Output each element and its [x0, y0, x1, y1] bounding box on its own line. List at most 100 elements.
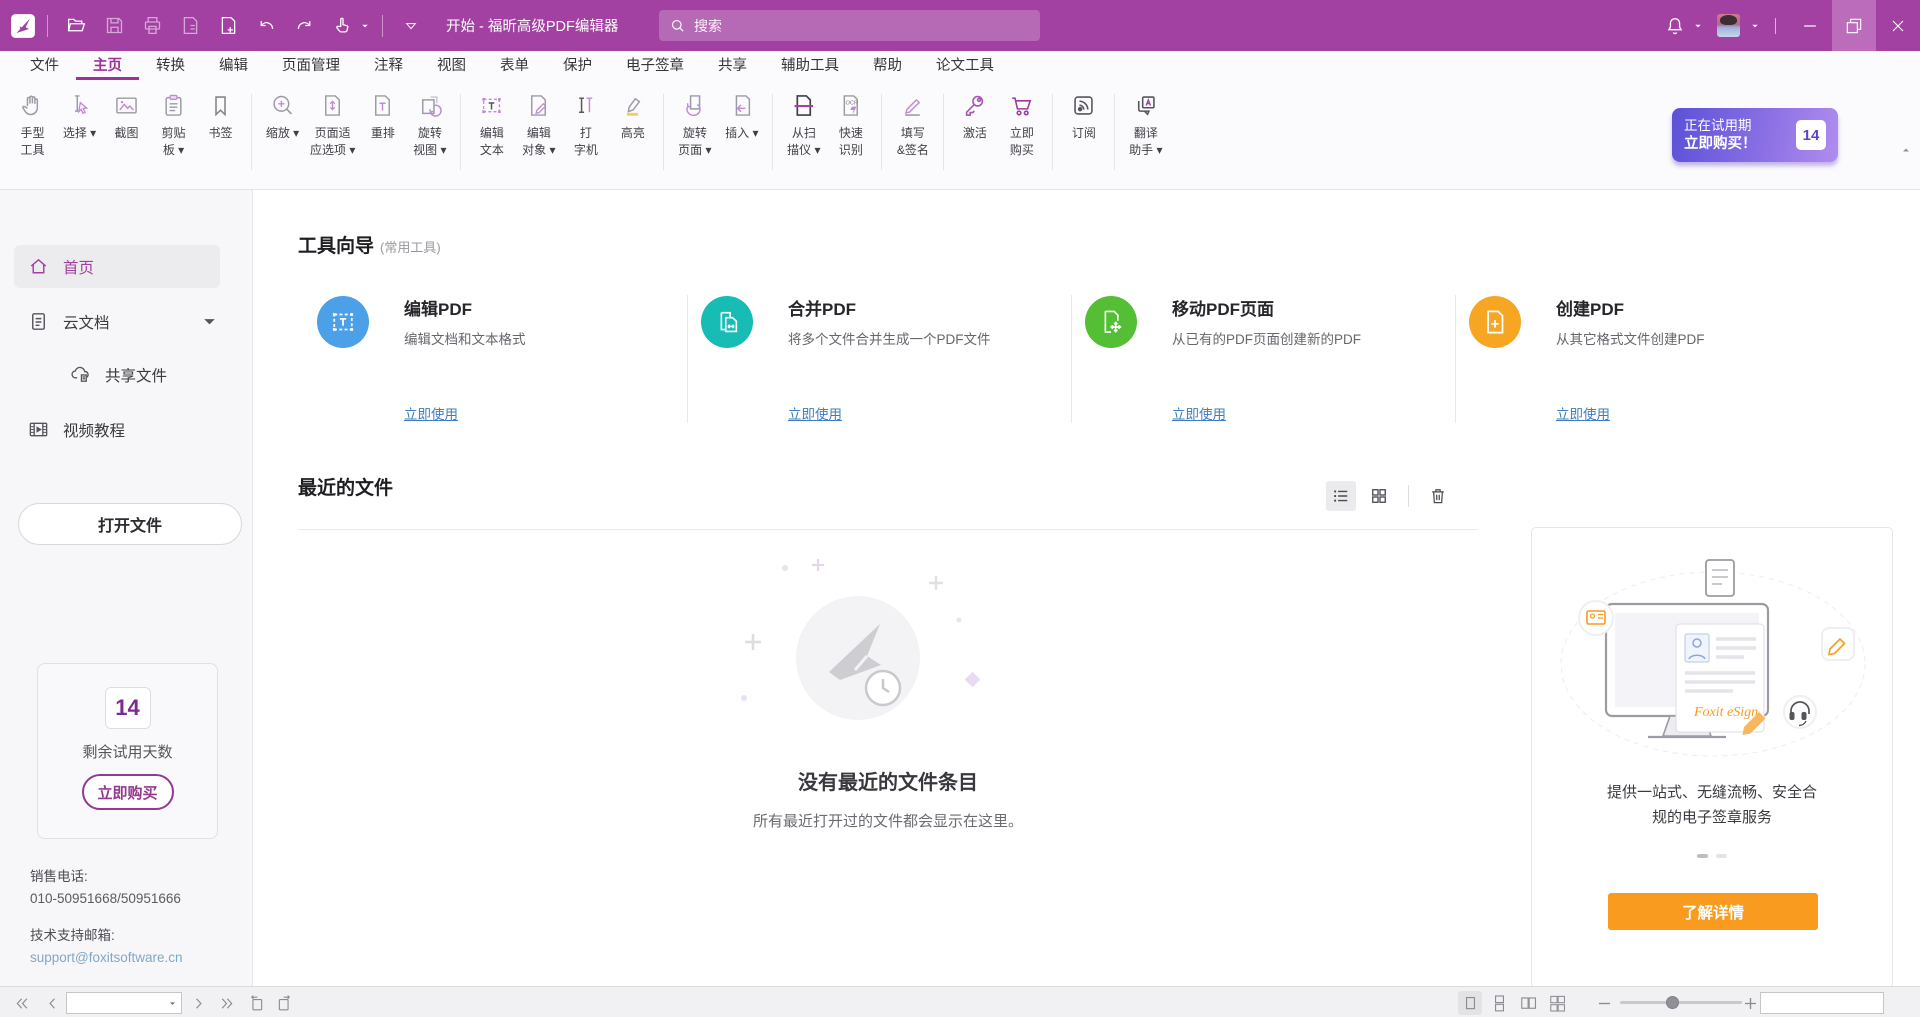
tab-edit[interactable]: 编辑	[202, 51, 265, 80]
single-page-view-button[interactable]	[1458, 991, 1482, 1015]
continuous-view-button[interactable]	[1487, 991, 1511, 1015]
select-button[interactable]: 选择 ▾	[56, 92, 103, 142]
rotate-pages-button[interactable]: 旋转 页面 ▾	[671, 92, 718, 159]
titlebar-separator	[1775, 18, 1776, 34]
use-now-link[interactable]: 立即使用	[1556, 403, 1610, 423]
nav-shared-files[interactable]: 共享文件	[14, 353, 220, 396]
fit-page-options-button[interactable]: 页面适 应选项 ▾	[306, 92, 359, 159]
tab-help[interactable]: 帮助	[856, 51, 919, 80]
edit-object-button[interactable]: 编辑 对象 ▾	[515, 92, 562, 159]
page-number-box[interactable]	[66, 992, 182, 1014]
menu-item-label: 电子签章	[626, 54, 684, 75]
tab-form[interactable]: 表单	[483, 51, 546, 80]
zoom-slider-track[interactable]	[1620, 1001, 1742, 1004]
learn-more-button[interactable]: 了解详情	[1608, 893, 1818, 930]
activate-button[interactable]: 激活	[951, 92, 998, 142]
zoom-level-input[interactable]	[1761, 993, 1883, 1013]
tab-home[interactable]: 主页	[76, 51, 139, 80]
tab-convert[interactable]: 转换	[139, 51, 202, 80]
reflow-button[interactable]: 重排	[359, 92, 406, 142]
tab-comment[interactable]: 注释	[357, 51, 420, 80]
use-now-link[interactable]: 立即使用	[404, 403, 458, 423]
buy-now-button[interactable]: 立即购买	[82, 774, 174, 810]
next-page-button[interactable]	[186, 991, 210, 1015]
typewriter-button[interactable]: 打 字机	[562, 92, 609, 159]
clipboard-button[interactable]: 剪贴 板 ▾	[150, 92, 197, 159]
redo-button[interactable]	[287, 10, 321, 42]
clear-recent-button[interactable]	[1423, 481, 1453, 511]
tab-page-management[interactable]: 页面管理	[265, 51, 357, 80]
tab-esign[interactable]: 电子签章	[609, 51, 701, 80]
zoom-button[interactable]: 缩放 ▾	[259, 92, 306, 142]
undo-button[interactable]	[249, 10, 283, 42]
chevron-down-icon[interactable]	[167, 998, 178, 1009]
prev-page-button[interactable]	[40, 991, 64, 1015]
tab-accessibility[interactable]: 辅助工具	[764, 51, 856, 80]
facing-view-button[interactable]	[1516, 991, 1540, 1015]
tab-paper-tools[interactable]: 论文工具	[919, 51, 1011, 80]
highlight-button[interactable]: 高亮	[609, 92, 656, 142]
search-input[interactable]	[694, 18, 1030, 34]
tab-view[interactable]: 视图	[420, 51, 483, 80]
ribbon-group: 缩放 ▾ 页面适 应选项 ▾ 重排	[256, 92, 456, 159]
search-bar[interactable]	[659, 10, 1040, 41]
from-scanner-button[interactable]: 从扫 描仪 ▾	[780, 92, 827, 159]
chevron-down-icon[interactable]	[359, 20, 371, 32]
zoom-out-button[interactable]	[1592, 991, 1616, 1015]
subscribe-button[interactable]: 订阅	[1060, 92, 1107, 142]
translate-assistant-button[interactable]: 翻译 助手 ▾	[1122, 92, 1169, 159]
list-view-button[interactable]	[1326, 481, 1356, 511]
nav-video-tutorials[interactable]: 视频教程	[14, 408, 220, 451]
zoom-slider-thumb[interactable]	[1666, 996, 1679, 1009]
new-document-button[interactable]	[211, 10, 245, 42]
insert-button[interactable]: 插入 ▾	[718, 92, 765, 142]
facing-continuous-view-button[interactable]	[1545, 991, 1569, 1015]
use-now-link[interactable]: 立即使用	[788, 403, 842, 423]
ribbon-button-icon	[319, 92, 346, 119]
print-button[interactable]	[135, 10, 169, 42]
last-page-button[interactable]	[214, 991, 238, 1015]
tab-protect[interactable]: 保护	[546, 51, 609, 80]
edit-text-button[interactable]: 编辑 文本	[468, 92, 515, 159]
use-now-link[interactable]: 立即使用	[1172, 403, 1226, 423]
chevron-down-icon[interactable]	[198, 310, 221, 333]
grid-view-button[interactable]	[1364, 481, 1394, 511]
open-file-button[interactable]	[59, 10, 93, 42]
hand-pointer-button[interactable]	[325, 10, 359, 42]
open-file-button[interactable]: 打开文件	[18, 503, 242, 545]
nav-home[interactable]: 首页	[14, 245, 220, 288]
next-view-button[interactable]	[272, 991, 296, 1015]
collapse-ribbon-button[interactable]	[394, 10, 428, 42]
list-view-icon	[1331, 486, 1351, 506]
zoom-in-button[interactable]	[1738, 991, 1762, 1015]
nav-cloud-docs[interactable]: 云文档	[14, 300, 220, 343]
hand-tool-button[interactable]: 手型 工具	[9, 92, 56, 159]
tab-share[interactable]: 共享	[701, 51, 764, 80]
user-avatar[interactable]	[1717, 14, 1740, 37]
convert-button[interactable]	[173, 10, 207, 42]
carousel-dot[interactable]	[1716, 854, 1727, 858]
chevron-down-icon[interactable]	[1749, 20, 1761, 32]
first-page-button[interactable]	[10, 991, 34, 1015]
carousel-dot-active[interactable]	[1697, 854, 1708, 858]
fill-sign-button[interactable]: 填写 &签名	[889, 92, 936, 159]
zoom-level-box[interactable]	[1760, 992, 1884, 1014]
support-email-link[interactable]: support@foxitsoftware.cn	[30, 947, 183, 969]
restore-button[interactable]	[1832, 0, 1876, 51]
page-number-input[interactable]	[67, 996, 167, 1010]
tab-file[interactable]: 文件	[13, 51, 76, 80]
chevron-down-icon[interactable]	[1692, 20, 1704, 32]
previous-view-button[interactable]	[244, 991, 268, 1015]
save-button[interactable]	[97, 10, 131, 42]
trial-badge[interactable]: 正在试用期 立即购买！ 14	[1672, 108, 1838, 162]
snapshot-button[interactable]: 截图	[103, 92, 150, 142]
quick-ocr-button[interactable]: OCR 快速 识别	[827, 92, 874, 159]
ribbon-button-label: 手型 工具	[20, 125, 44, 159]
scroll-up-icon[interactable]	[1900, 144, 1912, 156]
notifications-bell-icon[interactable]	[1664, 15, 1686, 37]
bookmark-button[interactable]: 书签	[197, 92, 244, 142]
minimize-button[interactable]	[1788, 0, 1832, 51]
buy-now-button[interactable]: 立即 购买	[998, 92, 1045, 159]
rotate-view-button[interactable]: 旋转 视图 ▾	[406, 92, 453, 159]
close-button[interactable]	[1876, 0, 1920, 51]
